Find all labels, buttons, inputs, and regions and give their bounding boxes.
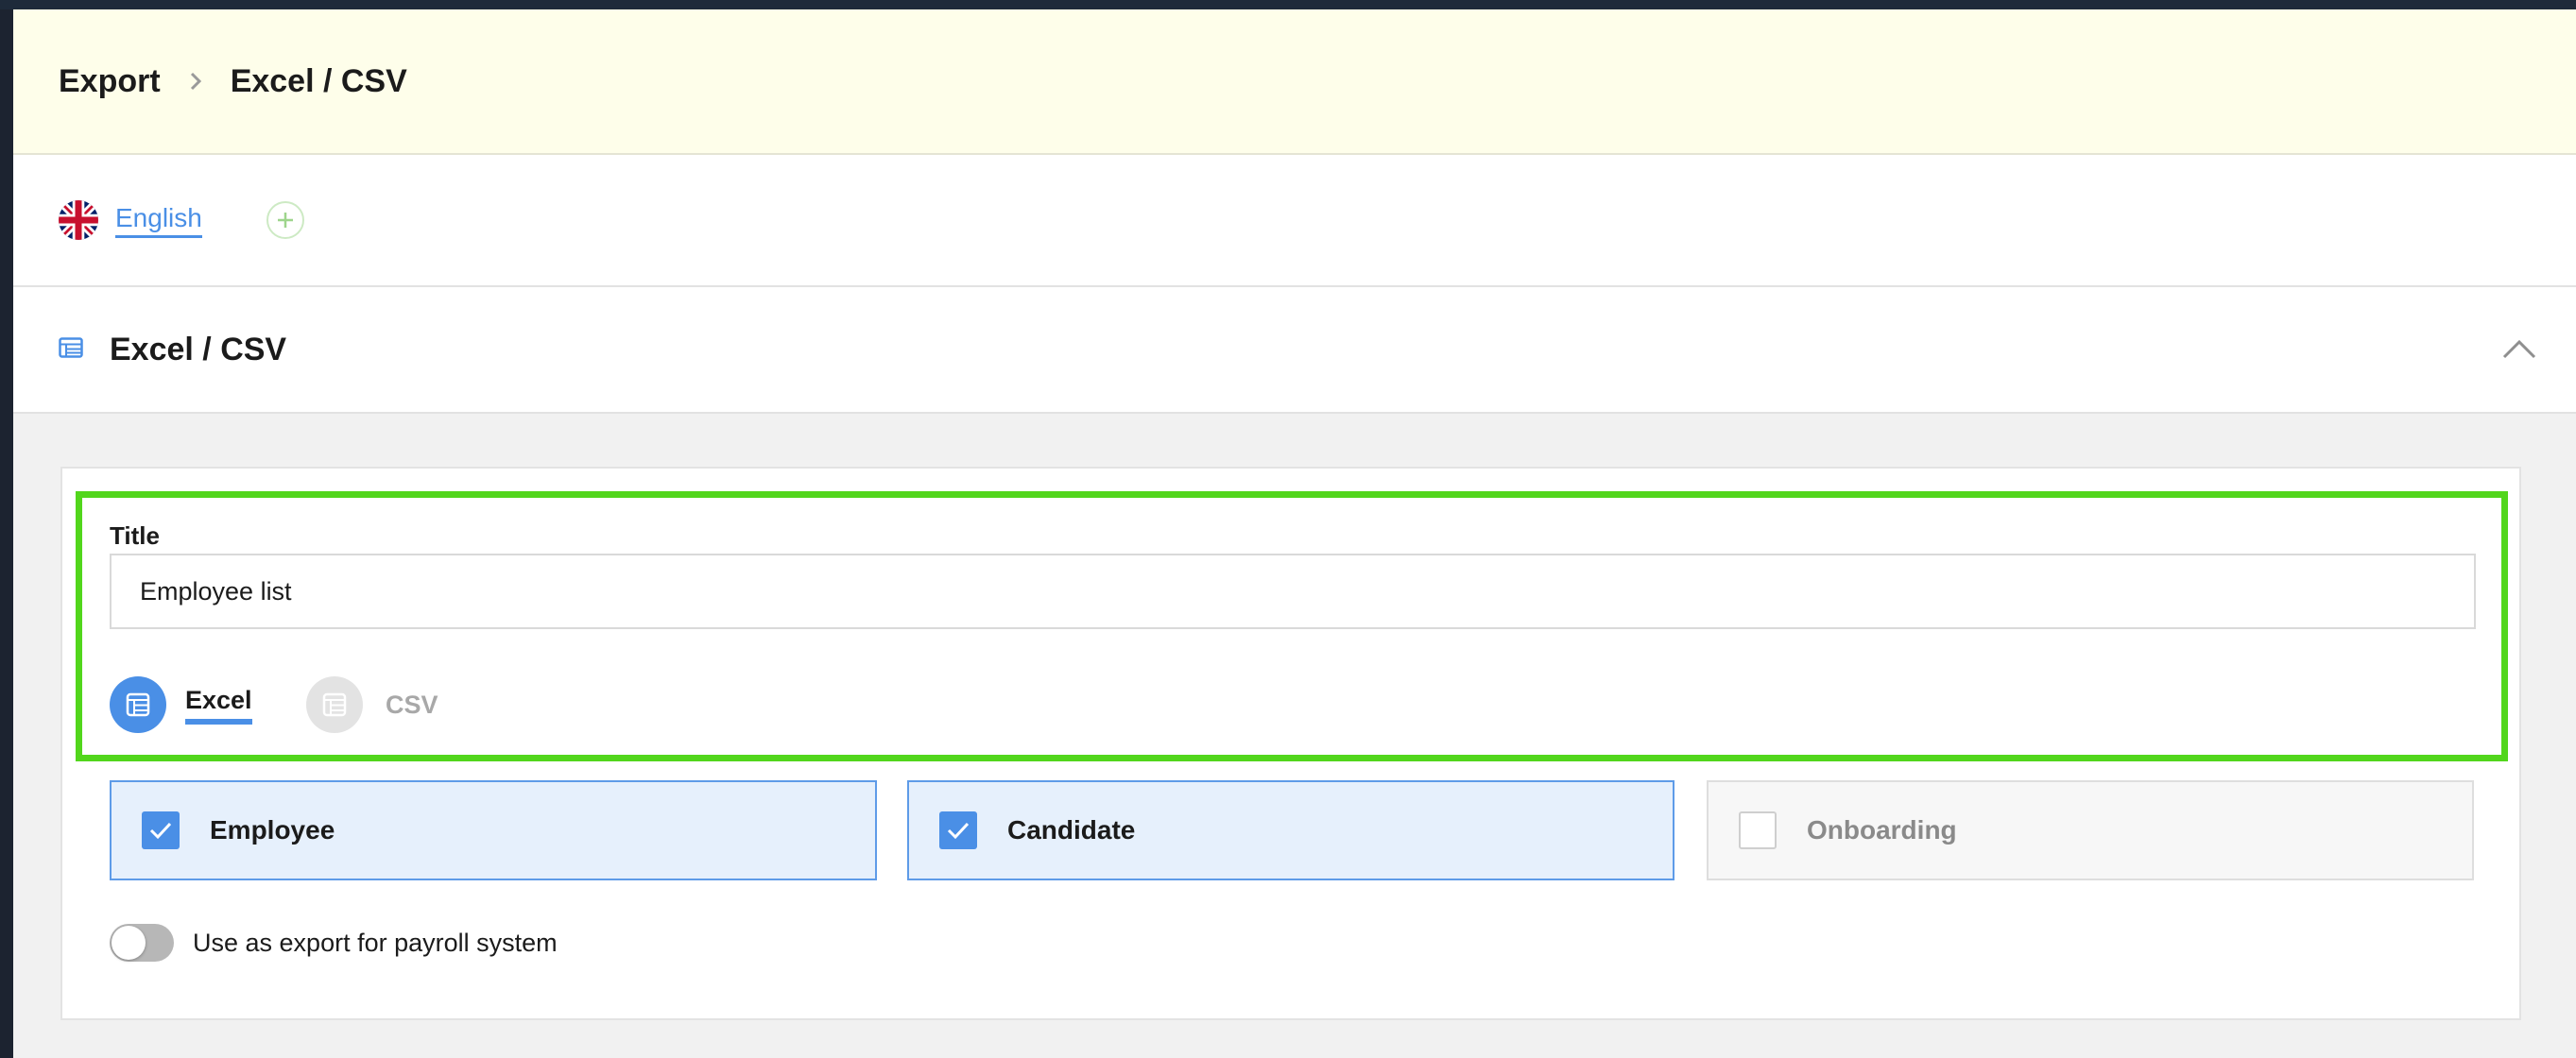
plus-icon <box>277 213 293 228</box>
section-title: Excel / CSV <box>110 331 287 367</box>
payroll-toggle[interactable] <box>110 924 174 962</box>
payroll-toggle-label: Use as export for payroll system <box>193 928 558 957</box>
checkbox-employee[interactable] <box>142 811 180 849</box>
type-label-candidate: Candidate <box>1007 815 1136 845</box>
checkmark-icon <box>947 822 970 840</box>
chevron-up-icon[interactable] <box>2500 333 2538 367</box>
add-language-button[interactable] <box>266 201 304 239</box>
type-label-employee: Employee <box>210 815 335 845</box>
spreadsheet-icon <box>306 676 363 733</box>
payroll-toggle-row: Use as export for payroll system <box>110 924 558 962</box>
format-option-csv[interactable]: CSV <box>306 676 438 733</box>
export-settings-card: Title Excel CSV Em <box>60 467 2521 1020</box>
language-bar: English <box>13 155 2576 287</box>
spreadsheet-icon <box>110 676 166 733</box>
section-header[interactable]: Excel / CSV <box>13 287 2576 414</box>
modal-header: Export Excel / CSV <box>13 9 2576 155</box>
type-option-employee[interactable]: Employee <box>110 780 877 880</box>
export-modal: Export Excel / CSV English Excel / CSV T… <box>13 9 2576 1058</box>
background-app-bar <box>0 0 2576 9</box>
type-option-onboarding[interactable]: Onboarding <box>1707 780 2474 880</box>
type-label-onboarding: Onboarding <box>1807 815 1957 845</box>
title-label: Title <box>110 521 160 550</box>
checkmark-icon <box>149 822 172 840</box>
type-option-candidate[interactable]: Candidate <box>907 780 1674 880</box>
checkbox-candidate[interactable] <box>939 811 977 849</box>
format-label-excel: Excel <box>185 686 252 725</box>
format-label-csv: CSV <box>386 690 438 719</box>
language-tab-english[interactable]: English <box>115 203 202 238</box>
format-option-excel[interactable]: Excel <box>110 676 252 733</box>
uk-flag-icon <box>59 200 98 240</box>
breadcrumb-current: Excel / CSV <box>230 62 407 99</box>
breadcrumb-root[interactable]: Export <box>59 63 161 100</box>
title-input[interactable] <box>110 554 2476 629</box>
toggle-knob <box>112 926 146 960</box>
table-icon <box>59 336 83 363</box>
chevron-right-icon <box>172 71 219 92</box>
checkbox-onboarding[interactable] <box>1739 811 1777 849</box>
